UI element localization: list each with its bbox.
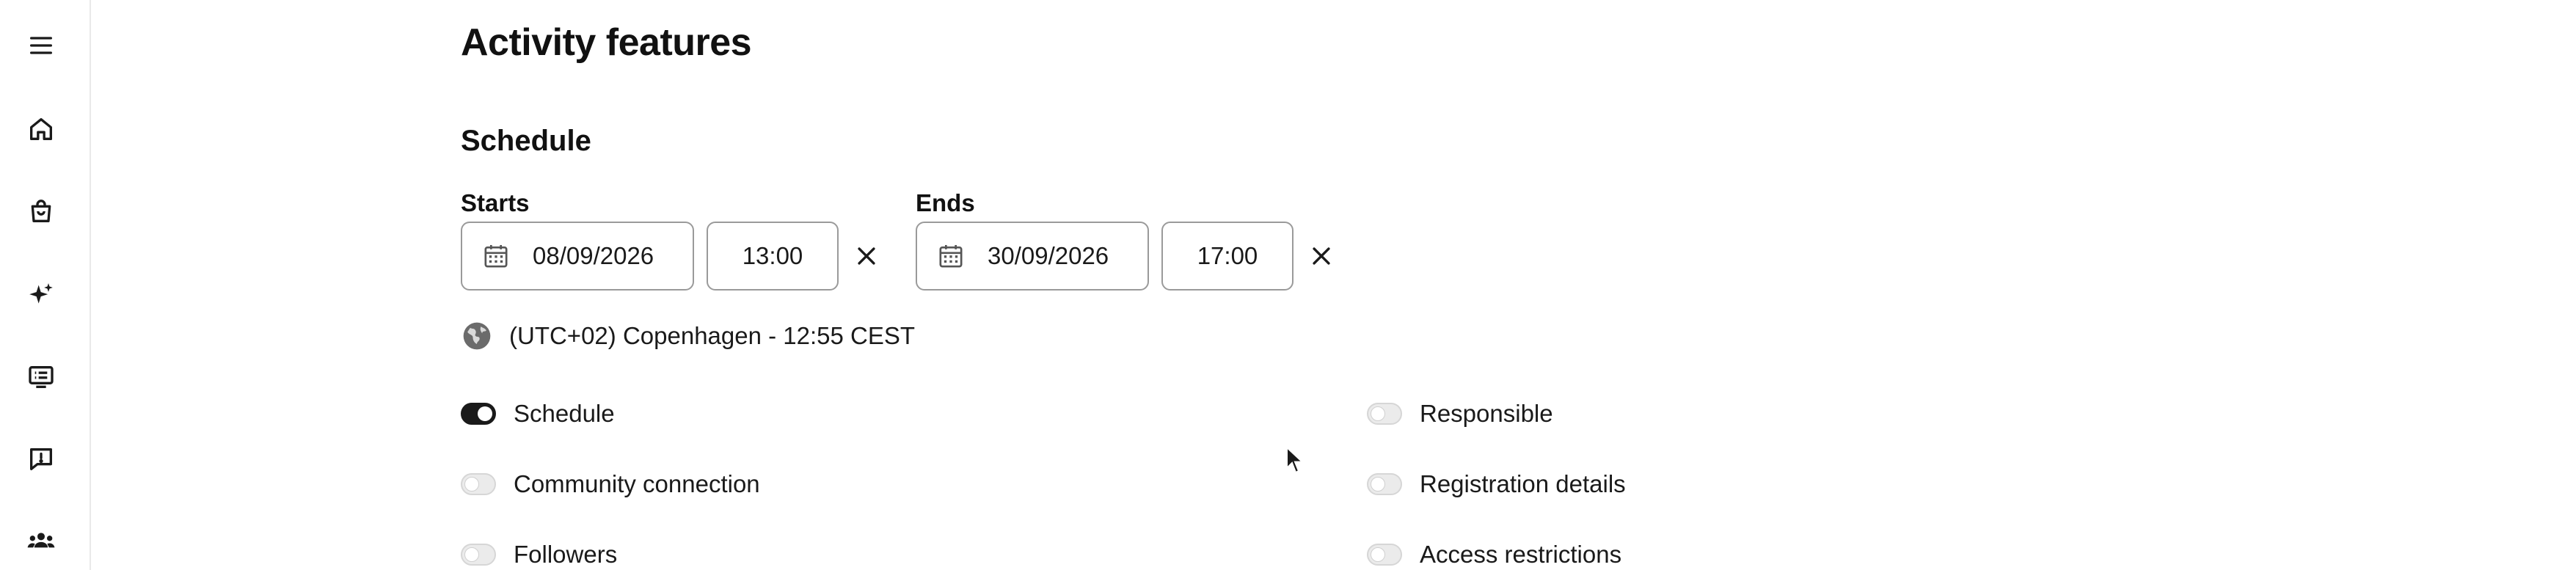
feature-row-registration-details: Registration details xyxy=(1367,470,1626,498)
main-content: Activity features Schedule Starts 08/09/… xyxy=(0,0,2576,570)
starts-label: Starts xyxy=(461,189,530,216)
access-restrictions-toggle[interactable] xyxy=(1367,544,1402,566)
start-date-field[interactable]: 08/09/2026 xyxy=(461,222,694,291)
ends-label: Ends xyxy=(916,189,975,216)
clear-end-button[interactable] xyxy=(1305,239,1338,273)
feature-label: Followers xyxy=(514,541,618,568)
feature-row-responsible: Responsible xyxy=(1367,400,1553,428)
community-connection-toggle[interactable] xyxy=(461,473,496,495)
end-date-value: 30/09/2026 xyxy=(988,242,1109,269)
feature-row-access-restrictions: Access restrictions xyxy=(1367,541,1621,569)
clear-start-button[interactable] xyxy=(850,239,883,273)
calendar-icon xyxy=(939,245,963,268)
feature-label: Registration details xyxy=(1420,470,1626,497)
feature-label: Responsible xyxy=(1420,400,1553,427)
end-date-field[interactable]: 30/09/2026 xyxy=(916,222,1149,291)
start-time-value: 13:00 xyxy=(742,242,803,269)
start-time-field[interactable]: 13:00 xyxy=(707,222,839,291)
responsible-toggle[interactable] xyxy=(1367,403,1402,425)
calendar-icon xyxy=(484,245,508,268)
start-date-value: 08/09/2026 xyxy=(533,242,654,269)
mouse-cursor-icon xyxy=(1286,446,1305,474)
end-time-field[interactable]: 17:00 xyxy=(1161,222,1294,291)
schedule-section-title: Schedule xyxy=(461,125,591,157)
close-icon xyxy=(1313,247,1330,265)
feature-row-community-connection: Community connection xyxy=(461,470,760,498)
close-icon xyxy=(858,247,875,265)
feature-label: Community connection xyxy=(514,470,760,497)
registration-details-toggle[interactable] xyxy=(1367,473,1402,495)
schedule-toggle[interactable] xyxy=(461,403,496,425)
globe-icon xyxy=(463,322,491,350)
followers-toggle[interactable] xyxy=(461,544,496,566)
feature-label: Access restrictions xyxy=(1420,541,1622,568)
feature-row-schedule: Schedule xyxy=(461,400,615,428)
timezone-label: (UTC+02) Copenhagen - 12:55 CEST xyxy=(509,322,916,349)
page-title: Activity features xyxy=(461,21,752,64)
feature-label: Schedule xyxy=(514,400,615,427)
timezone-selector[interactable]: (UTC+02) Copenhagen - 12:55 CEST xyxy=(461,320,915,352)
end-time-value: 17:00 xyxy=(1197,242,1258,269)
feature-row-followers: Followers xyxy=(461,541,617,569)
